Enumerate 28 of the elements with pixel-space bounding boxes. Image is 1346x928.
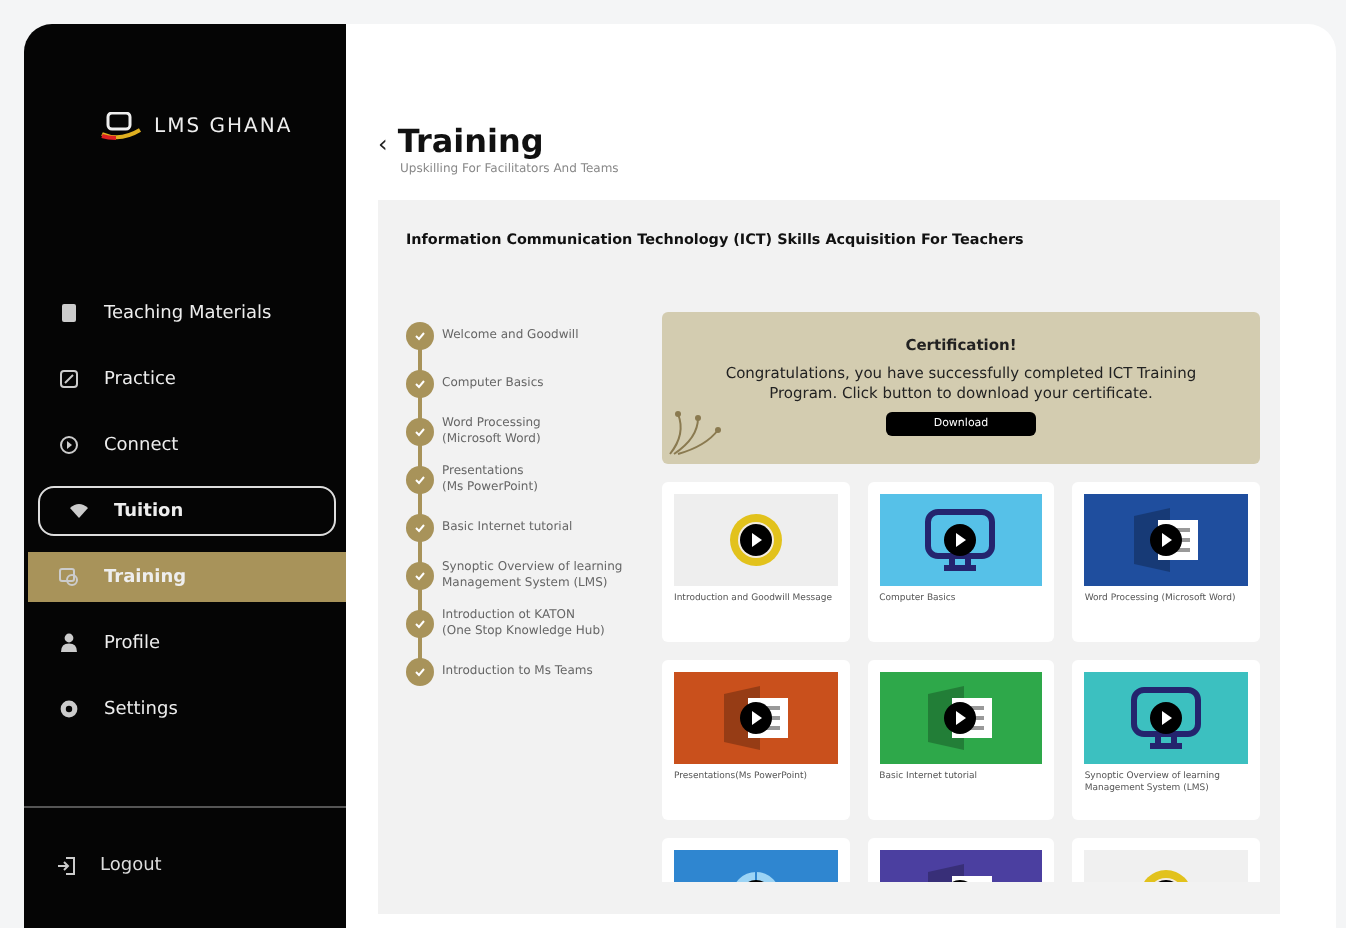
brand-name: LMS GHANA — [154, 115, 293, 137]
chat-icon — [58, 434, 80, 456]
logo-icon — [100, 112, 144, 140]
play-icon[interactable] — [1150, 702, 1183, 734]
back-button[interactable]: ‹ — [378, 130, 388, 158]
people-icon — [58, 566, 80, 588]
play-icon[interactable] — [944, 524, 977, 556]
play-icon[interactable] — [739, 524, 772, 556]
pencil-icon — [58, 368, 80, 390]
book-icon — [58, 302, 80, 324]
confetti-icon — [666, 406, 726, 458]
settings-icon — [58, 698, 80, 720]
page-title: Training — [397, 122, 544, 160]
user-icon — [58, 632, 80, 654]
wifi-icon — [68, 500, 90, 522]
nav-item[interactable]: Settings — [28, 684, 336, 734]
monitor-icon — [920, 506, 1001, 574]
logout-link[interactable]: Logout — [24, 808, 346, 928]
monitor-icon — [1126, 684, 1207, 752]
play-icon[interactable] — [739, 702, 772, 734]
nav-item[interactable]: Connect — [28, 420, 336, 470]
nav-item[interactable]: Tuition — [38, 486, 336, 536]
play-icon[interactable] — [944, 702, 977, 734]
nav-item[interactable]: Practice — [28, 354, 336, 404]
play-icon[interactable] — [1150, 524, 1183, 556]
logout-icon — [56, 856, 76, 876]
nav-item[interactable]: Profile — [28, 618, 336, 668]
nav-item[interactable]: Teaching Materials — [28, 288, 336, 338]
